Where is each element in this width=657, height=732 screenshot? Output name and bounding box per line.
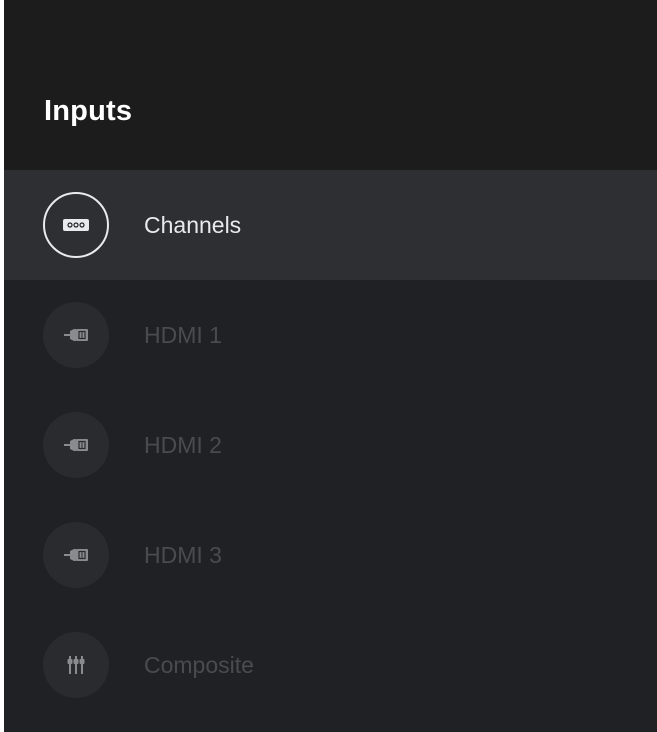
- composite-icon: [67, 656, 85, 674]
- input-item-label: Composite: [144, 652, 254, 678]
- input-item-label: Channels: [144, 212, 242, 238]
- input-item-channels[interactable]: Channels: [4, 170, 657, 280]
- hdmi-icon: [64, 329, 88, 341]
- icon-badge: [43, 412, 109, 478]
- icon-badge: [43, 522, 109, 588]
- inputs-panel: Inputs Channels HDMI 1 HDMI 2 HDMI 3 Com…: [4, 0, 657, 732]
- hdmi-icon: [64, 439, 88, 451]
- page-title: Inputs: [44, 95, 133, 127]
- icon-badge: [43, 632, 109, 698]
- input-item-label: HDMI 2: [144, 432, 222, 458]
- input-item-hdmi-1[interactable]: HDMI 1: [4, 280, 657, 390]
- tuner-icon: [63, 219, 89, 231]
- input-item-label: HDMI 1: [144, 322, 222, 348]
- input-item-composite[interactable]: Composite: [4, 610, 657, 720]
- icon-badge: [43, 302, 109, 368]
- icon-badge: [43, 192, 109, 258]
- hdmi-icon: [64, 549, 88, 561]
- inputs-list: Channels HDMI 1 HDMI 2 HDMI 3 Composite: [4, 170, 657, 720]
- input-item-hdmi-3[interactable]: HDMI 3: [4, 500, 657, 610]
- input-item-label: HDMI 3: [144, 542, 222, 568]
- input-item-hdmi-2[interactable]: HDMI 2: [4, 390, 657, 500]
- header: Inputs: [4, 0, 657, 170]
